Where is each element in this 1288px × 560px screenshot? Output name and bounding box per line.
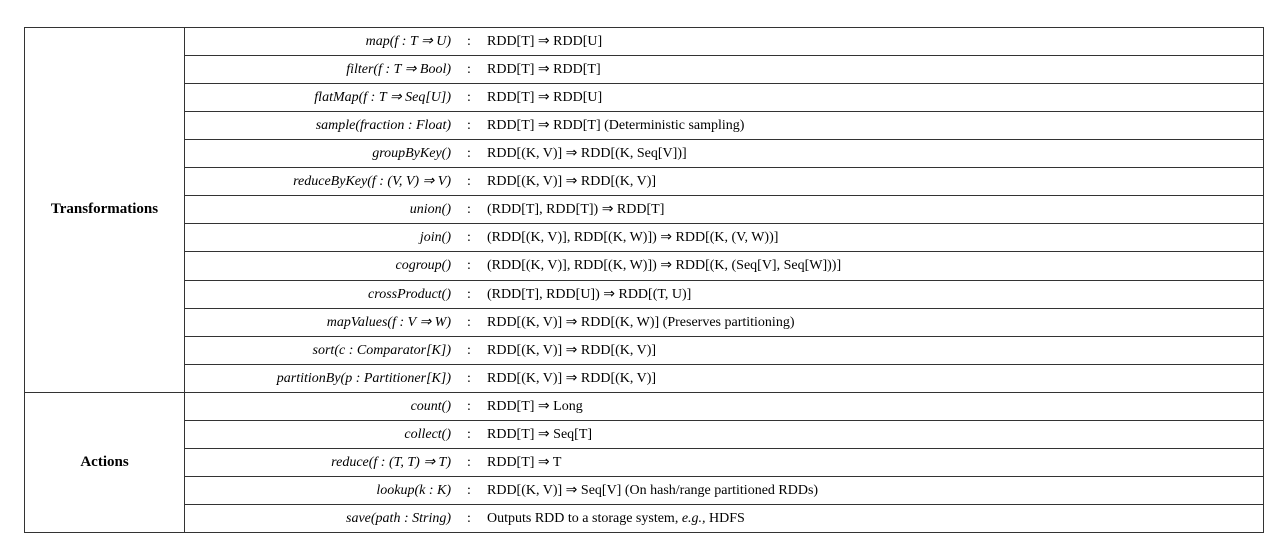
function-signature: collect() bbox=[197, 423, 457, 446]
colon-separator: : bbox=[457, 367, 481, 390]
row-description: RDD[(K, V)] ⇒ Seq[V] (On hash/range part… bbox=[481, 479, 1251, 502]
colon-separator: : bbox=[457, 507, 481, 530]
row-description: RDD[T] ⇒ Seq[T] bbox=[481, 423, 1251, 446]
row-description: RDD[T] ⇒ RDD[T] bbox=[481, 58, 1251, 81]
colon-separator: : bbox=[457, 339, 481, 362]
colon-separator: : bbox=[457, 86, 481, 109]
row-content: groupByKey():RDD[(K, V)] ⇒ RDD[(K, Seq[V… bbox=[185, 140, 1264, 168]
function-signature: cogroup() bbox=[197, 254, 457, 277]
colon-separator: : bbox=[457, 311, 481, 334]
function-signature: union() bbox=[197, 198, 457, 221]
function-signature: save(path : String) bbox=[197, 507, 457, 530]
row-description: (RDD[T], RDD[U]) ⇒ RDD[(T, U)] bbox=[481, 283, 1251, 306]
row-description: RDD[(K, V)] ⇒ RDD[(K, W)] (Preserves par… bbox=[481, 311, 1251, 334]
row-content: save(path : String):Outputs RDD to a sto… bbox=[185, 505, 1264, 533]
row-content: collect():RDD[T] ⇒ Seq[T] bbox=[185, 420, 1264, 448]
function-signature: mapValues(f : V ⇒ W) bbox=[197, 311, 457, 334]
row-content: join():(RDD[(K, V)], RDD[(K, W)]) ⇒ RDD[… bbox=[185, 224, 1264, 252]
row-content: reduce(f : (T, T) ⇒ T):RDD[T] ⇒ T bbox=[185, 449, 1264, 477]
function-signature: filter(f : T ⇒ Bool) bbox=[197, 58, 457, 81]
colon-separator: : bbox=[457, 142, 481, 165]
function-signature: join() bbox=[197, 226, 457, 249]
row-content: reduceByKey(f : (V, V) ⇒ V):RDD[(K, V)] … bbox=[185, 168, 1264, 196]
row-content: map(f : T ⇒ U):RDD[T] ⇒ RDD[U] bbox=[185, 27, 1264, 55]
colon-separator: : bbox=[457, 283, 481, 306]
function-signature: reduce(f : (T, T) ⇒ T) bbox=[197, 451, 457, 474]
row-content: cogroup():(RDD[(K, V)], RDD[(K, W)]) ⇒ R… bbox=[185, 252, 1264, 280]
row-description: (RDD[(K, V)], RDD[(K, W)]) ⇒ RDD[(K, (Se… bbox=[481, 254, 1251, 277]
function-signature: sample(fraction : Float) bbox=[197, 114, 457, 137]
function-signature: sort(c : Comparator[K]) bbox=[197, 339, 457, 362]
function-signature: map(f : T ⇒ U) bbox=[197, 30, 457, 53]
row-description: RDD[(K, V)] ⇒ RDD[(K, V)] bbox=[481, 367, 1251, 390]
row-description: RDD[T] ⇒ RDD[U] bbox=[481, 86, 1251, 109]
row-content: union():(RDD[T], RDD[T]) ⇒ RDD[T] bbox=[185, 196, 1264, 224]
row-content: flatMap(f : T ⇒ Seq[U]):RDD[T] ⇒ RDD[U] bbox=[185, 83, 1264, 111]
row-content: filter(f : T ⇒ Bool):RDD[T] ⇒ RDD[T] bbox=[185, 55, 1264, 83]
colon-separator: : bbox=[457, 423, 481, 446]
colon-separator: : bbox=[457, 479, 481, 502]
colon-separator: : bbox=[457, 114, 481, 137]
row-description: (RDD[T], RDD[T]) ⇒ RDD[T] bbox=[481, 198, 1251, 221]
row-description: RDD[T] ⇒ RDD[T] (Deterministic sampling) bbox=[481, 114, 1251, 137]
row-content: mapValues(f : V ⇒ W):RDD[(K, V)] ⇒ RDD[(… bbox=[185, 308, 1264, 336]
function-signature: lookup(k : K) bbox=[197, 479, 457, 502]
function-signature: reduceByKey(f : (V, V) ⇒ V) bbox=[197, 170, 457, 193]
row-content: sort(c : Comparator[K]):RDD[(K, V)] ⇒ RD… bbox=[185, 336, 1264, 364]
row-content: lookup(k : K):RDD[(K, V)] ⇒ Seq[V] (On h… bbox=[185, 477, 1264, 505]
colon-separator: : bbox=[457, 226, 481, 249]
colon-separator: : bbox=[457, 30, 481, 53]
row-description: RDD[(K, V)] ⇒ RDD[(K, V)] bbox=[481, 339, 1251, 362]
function-signature: count() bbox=[197, 395, 457, 418]
row-description: RDD[T] ⇒ RDD[U] bbox=[481, 30, 1251, 53]
category-cell-transformations: Transformations bbox=[25, 27, 185, 392]
function-signature: flatMap(f : T ⇒ Seq[U]) bbox=[197, 86, 457, 109]
function-signature: crossProduct() bbox=[197, 283, 457, 306]
row-content: partitionBy(p : Partitioner[K]):RDD[(K, … bbox=[185, 364, 1264, 392]
function-signature: groupByKey() bbox=[197, 142, 457, 165]
row-description: RDD[T] ⇒ Long bbox=[481, 395, 1251, 418]
colon-separator: : bbox=[457, 58, 481, 81]
colon-separator: : bbox=[457, 198, 481, 221]
row-description: (RDD[(K, V)], RDD[(K, W)]) ⇒ RDD[(K, (V,… bbox=[481, 226, 1251, 249]
row-description: RDD[(K, V)] ⇒ RDD[(K, V)] bbox=[481, 170, 1251, 193]
row-content: sample(fraction : Float):RDD[T] ⇒ RDD[T]… bbox=[185, 111, 1264, 139]
category-cell-actions: Actions bbox=[25, 392, 185, 532]
function-signature: partitionBy(p : Partitioner[K]) bbox=[197, 367, 457, 390]
row-description: RDD[T] ⇒ T bbox=[481, 451, 1251, 474]
main-table: Transformationsmap(f : T ⇒ U):RDD[T] ⇒ R… bbox=[24, 27, 1264, 534]
row-description: RDD[(K, V)] ⇒ RDD[(K, Seq[V])] bbox=[481, 142, 1251, 165]
colon-separator: : bbox=[457, 254, 481, 277]
colon-separator: : bbox=[457, 395, 481, 418]
row-description: Outputs RDD to a storage system, e.g., H… bbox=[481, 507, 1251, 530]
colon-separator: : bbox=[457, 451, 481, 474]
row-content: crossProduct():(RDD[T], RDD[U]) ⇒ RDD[(T… bbox=[185, 280, 1264, 308]
row-content: count():RDD[T] ⇒ Long bbox=[185, 392, 1264, 420]
colon-separator: : bbox=[457, 170, 481, 193]
